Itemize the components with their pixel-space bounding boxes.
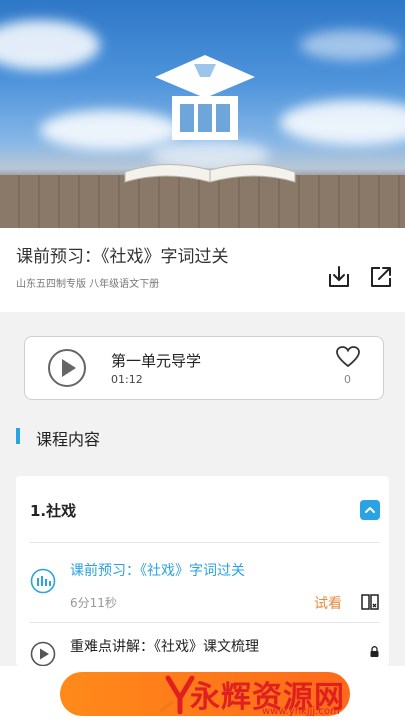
featured-duration: 01:12: [111, 373, 143, 386]
divider: [30, 542, 380, 543]
trial-button[interactable]: 试看: [314, 593, 342, 613]
heart-icon[interactable]: [335, 345, 361, 369]
course-content-list: 1.社戏 课前预习：《社戏》字词过关 6分11秒 试看 重难点讲解：《社戏》课文…: [16, 476, 389, 667]
section-accent-bar: [16, 428, 20, 444]
course-title: 课前预习：《社戏》字词过关: [16, 247, 229, 267]
play-icon[interactable]: [47, 348, 87, 388]
book-icon[interactable]: [360, 592, 380, 612]
open-book-icon: [124, 164, 296, 183]
course-cover: [0, 0, 405, 228]
lesson-title: 课前预习：《社戏》字词过关: [70, 563, 245, 579]
section-title: 课程内容: [36, 430, 101, 449]
watermark-url: www.yhkjjj.com: [262, 706, 340, 717]
chevron-up-icon[interactable]: [360, 500, 380, 520]
graduation-cap-logo: [155, 55, 255, 140]
audio-wave-icon: [30, 568, 56, 594]
lesson-duration: 6分11秒: [70, 596, 117, 610]
featured-title: 第一单元导学: [111, 352, 202, 370]
lesson-title: 重难点讲解：《社戏》课文梳理: [70, 639, 259, 655]
share-icon[interactable]: [368, 264, 394, 290]
like-count: 0: [344, 373, 351, 386]
download-icon[interactable]: [326, 264, 352, 290]
course-subtitle: 山东五四制专版 八年级语文下册: [16, 279, 160, 290]
play-icon: [30, 641, 56, 667]
featured-lesson-card[interactable]: 第一单元导学 01:12 0: [24, 336, 384, 400]
chapter-title[interactable]: 1.社戏: [30, 500, 76, 521]
lock-icon: [370, 646, 379, 657]
divider: [30, 622, 380, 623]
